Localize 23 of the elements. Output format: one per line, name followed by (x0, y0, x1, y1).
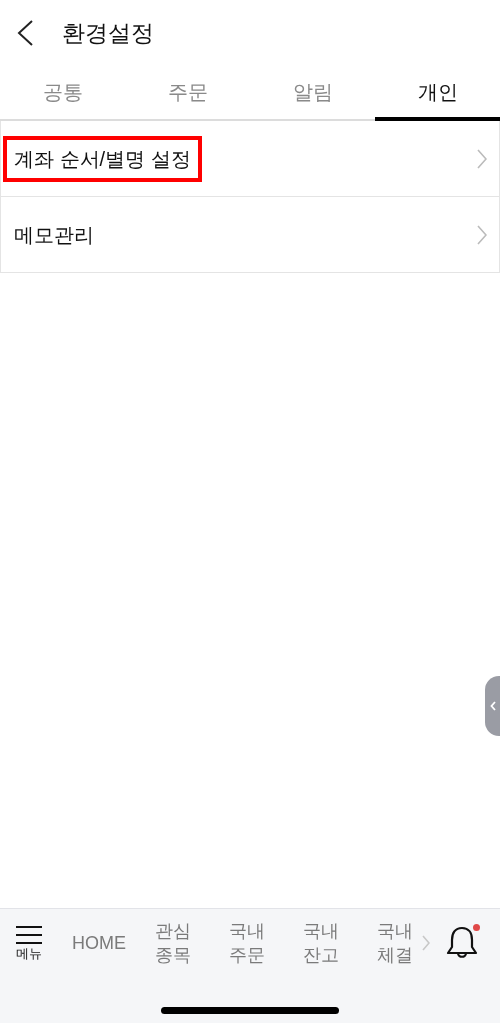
bell-icon (446, 925, 478, 961)
nav-item[interactable]: 국내 체결 (358, 919, 432, 967)
tab[interactable]: 공통 (0, 66, 125, 121)
tab[interactable]: 알림 (250, 66, 375, 121)
nav-item[interactable]: 국내 주문 (210, 919, 284, 967)
nav-item[interactable]: 관심 종목 (136, 919, 210, 967)
tab[interactable]: 주문 (125, 66, 250, 121)
row-label: 계좌 순서/별명 설정 (3, 135, 202, 182)
page-title: 환경설정 (62, 18, 154, 48)
settings-row[interactable]: 계좌 순서/별명 설정 (0, 121, 500, 197)
side-handle[interactable] (485, 676, 500, 736)
settings-row[interactable]: 메모관리 (0, 197, 500, 273)
chevron-right-icon (477, 148, 487, 169)
back-icon (16, 19, 34, 47)
row-label: 메모관리 (13, 222, 95, 248)
nav-item[interactable]: 국내 잔고 (284, 919, 358, 967)
menu-icon (16, 926, 42, 944)
chevron-right-icon (422, 935, 430, 951)
chevron-right-icon (477, 224, 487, 245)
nav-item[interactable]: HOME (62, 931, 136, 955)
tab[interactable]: 개인 (375, 66, 500, 121)
menu-button[interactable]: 메뉴 (14, 926, 44, 960)
chevron-left-icon (489, 701, 496, 711)
